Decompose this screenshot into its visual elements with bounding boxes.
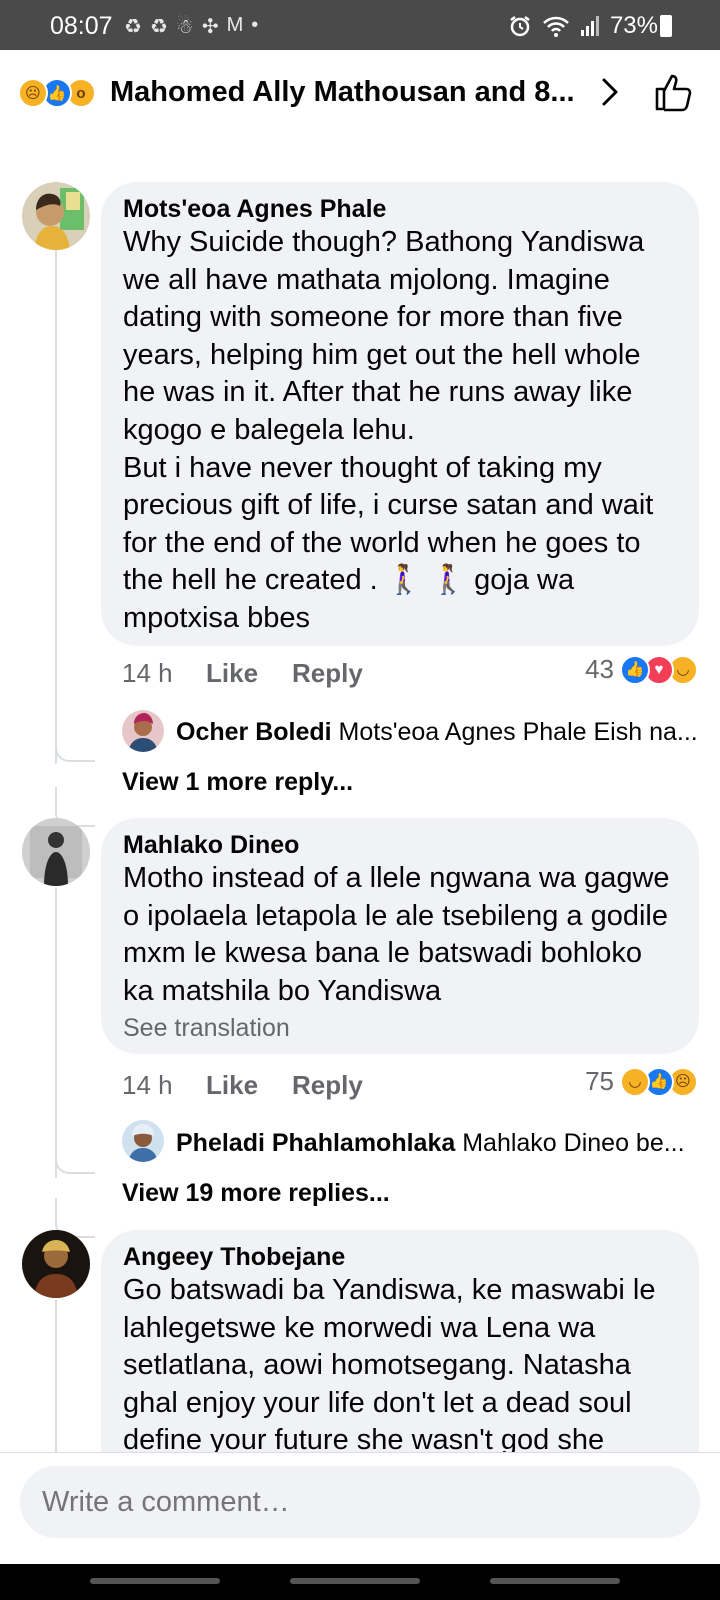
wifi-icon bbox=[543, 16, 569, 37]
more-notifications-dot: • bbox=[251, 14, 259, 36]
reply-author[interactable]: Ocher Boledi bbox=[176, 718, 332, 746]
reaction-count-value: 75 bbox=[585, 1066, 614, 1096]
comment-text: Go batswadi ba Yandiswa, ke maswabi le l… bbox=[123, 1272, 675, 1460]
comment-time: 14 h bbox=[122, 1070, 173, 1100]
comment-text: Why Suicide though? Bathong Yandiswa we … bbox=[123, 224, 675, 638]
reply-text: Mahlako Dineo be... bbox=[462, 1129, 685, 1157]
comment-paragraph: But i have never thought of taking my pr… bbox=[123, 451, 654, 634]
snowman-icon: ☃ bbox=[175, 16, 194, 38]
avatar[interactable] bbox=[22, 1230, 90, 1298]
reaction-count[interactable]: 43 👍 ♥ ◡ bbox=[585, 654, 698, 685]
comment-text: Motho instead of a llele ngwana wa gagwe… bbox=[123, 860, 675, 1010]
recycle-icon: ♻ bbox=[149, 16, 168, 38]
avatar[interactable] bbox=[22, 182, 90, 250]
comment-author[interactable]: Mahlako Dineo bbox=[123, 830, 675, 860]
comment-input[interactable] bbox=[20, 1466, 700, 1538]
see-translation-link[interactable]: See translation bbox=[123, 1014, 675, 1043]
comment-paragraph: Go batswadi ba Yandiswa, ke maswabi le l… bbox=[123, 1274, 656, 1457]
thread-line bbox=[55, 234, 57, 764]
reactors-text[interactable]: Mahomed Ally Mathousan and 8... bbox=[110, 76, 575, 109]
notification-icons: ♻ ♻ ☃ ✣ M • bbox=[124, 14, 258, 39]
thread-elbow bbox=[55, 742, 95, 762]
nav-recents-button[interactable] bbox=[90, 1578, 220, 1584]
chevron-right-icon[interactable] bbox=[590, 72, 630, 112]
like-reaction-icon: 👍 bbox=[620, 654, 650, 685]
like-button[interactable]: Like bbox=[206, 1070, 292, 1101]
recycle-icon: ♻ bbox=[124, 16, 142, 38]
reply-avatar[interactable] bbox=[122, 710, 164, 752]
reaction-count-value: 43 bbox=[585, 654, 614, 684]
reply-avatar[interactable] bbox=[122, 1120, 164, 1162]
comment-time: 14 h bbox=[122, 658, 173, 688]
like-thumb-icon[interactable] bbox=[652, 70, 696, 114]
reply-button[interactable]: Reply bbox=[292, 1070, 363, 1101]
like-button[interactable]: Like bbox=[206, 658, 292, 689]
haha-reaction-icon: ◡ bbox=[620, 1066, 650, 1097]
comment-paragraph: Motho instead of a llele ngwana wa gagwe… bbox=[123, 862, 670, 1007]
avatar[interactable] bbox=[22, 818, 90, 886]
sad-reaction-icon: ☹ bbox=[18, 78, 48, 108]
thread-line bbox=[55, 888, 57, 1178]
comment-composer bbox=[0, 1452, 720, 1572]
clock: 08:07 bbox=[50, 12, 113, 40]
comment-actions: 14 h Like Reply bbox=[122, 1070, 363, 1101]
view-more-replies[interactable]: View 19 more replies... bbox=[122, 1179, 390, 1208]
system-icons: 73% bbox=[508, 12, 658, 40]
comments-sheet: ☹ 👍 o Mahomed Ally Mathousan and 8... Mo… bbox=[0, 52, 720, 1600]
nav-back-button[interactable] bbox=[490, 1578, 620, 1584]
system-nav-bar bbox=[0, 1564, 720, 1600]
gmail-icon: M bbox=[226, 14, 244, 36]
reply-text: Mots'eoa Agnes Phale Eish na... bbox=[338, 718, 698, 746]
reply-author[interactable]: Pheladi Phahlamohlaka bbox=[176, 1129, 455, 1157]
alarm-icon bbox=[510, 16, 530, 37]
battery-icon bbox=[660, 15, 672, 37]
view-more-replies[interactable]: View 1 more reply... bbox=[122, 768, 353, 797]
reply-preview[interactable]: Ocher Boledi Mots'eoa Agnes Phale Eish n… bbox=[176, 718, 704, 747]
comment-author[interactable]: Angeey Thobejane bbox=[123, 1242, 675, 1272]
battery-percent: 73% bbox=[609, 12, 658, 39]
comment-author[interactable]: Mots'eoa Agnes Phale bbox=[123, 194, 675, 224]
comment-actions: 14 h Like Reply bbox=[122, 658, 363, 689]
comment-bubble[interactable]: Mots'eoa Agnes Phale Why Suicide though?… bbox=[101, 182, 699, 646]
comment-paragraph: Why Suicide though? Bathong Yandiswa we … bbox=[123, 226, 645, 446]
status-bar: 08:07 ♻ ♻ ☃ ✣ M • 73% bbox=[0, 0, 720, 50]
reactors-header[interactable]: ☹ 👍 o Mahomed Ally Mathousan and 8... bbox=[0, 52, 720, 134]
comment-bubble[interactable]: Mahlako Dineo Motho instead of a llele n… bbox=[101, 818, 699, 1054]
nav-home-button[interactable] bbox=[290, 1578, 420, 1584]
thread-elbow bbox=[55, 1154, 95, 1174]
signal-icon bbox=[580, 16, 599, 36]
reply-preview[interactable]: Pheladi Phahlamohlaka Mahlako Dineo be..… bbox=[176, 1129, 704, 1158]
reaction-summary: ☹ 👍 o bbox=[18, 78, 96, 108]
reaction-count[interactable]: 75 ◡ 👍 ☹ bbox=[585, 1066, 698, 1097]
reply-button[interactable]: Reply bbox=[292, 658, 363, 689]
pinwheel-icon: ✣ bbox=[201, 16, 219, 38]
